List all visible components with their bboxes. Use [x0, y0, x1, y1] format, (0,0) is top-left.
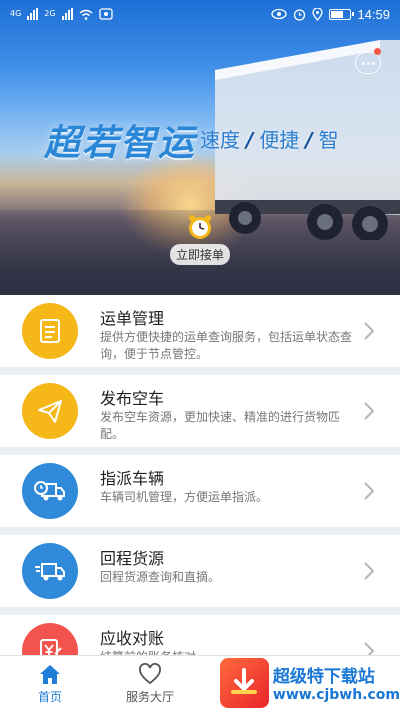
status-right: 14:59 [271, 7, 390, 22]
signal-icon [27, 8, 39, 20]
item-description: 车辆司机管理，方便运单指派。 [100, 490, 269, 504]
slogan-separator: / [305, 128, 313, 152]
document-icon [22, 303, 78, 359]
item-description: 提供方便快捷的运单查询服务，包括运单状态查询，便于节点管控。 [100, 330, 353, 361]
signal-icon [61, 8, 73, 20]
accept-order-button[interactable]: 立即接单 [165, 210, 235, 272]
list-item-assign-vehicle[interactable]: 指派车辆 车辆司机管理，方便运单指派。 [0, 455, 400, 527]
item-title: 发布空车 [100, 389, 165, 408]
brand-title: 超若智运 [44, 123, 197, 164]
dot [366, 61, 370, 65]
slogan-word-3: 智 [318, 128, 339, 152]
item-title: 指派车辆 [100, 469, 165, 488]
watermark: 超级特下载站 www.cjbwh.com [220, 654, 400, 711]
item-title: 回程货源 [100, 549, 165, 568]
eye-icon [271, 8, 288, 20]
slogan-separator: / [246, 128, 254, 152]
tab-label: 服务大厅 [125, 689, 174, 704]
item-description: 回程货源查询和直摘。 [100, 570, 221, 584]
feature-list: 运单管理 提供方便快捷的运单查询服务，包括运单状态查询，便于节点管控。 发布空车… [0, 295, 400, 695]
network-type-1: 4G [10, 9, 22, 18]
slogan: 速度 / 便捷 / 智 [200, 124, 339, 153]
alarm-icon [294, 8, 306, 21]
home-icon [40, 664, 60, 684]
battery-icon [329, 8, 355, 20]
message-button[interactable] [355, 52, 381, 74]
status-bar: 4G 2G 14:59 [0, 0, 400, 28]
truck-fast-icon [22, 543, 78, 599]
hero-banner: 超若智运 速度 / 便捷 / 智 立即接单 [0, 0, 400, 295]
dot [361, 61, 365, 65]
chevron-right-icon [364, 562, 375, 580]
chevron-right-icon [364, 322, 375, 340]
dot [371, 61, 375, 65]
watermark-text: 超级特下载站 www.cjbwh.com [273, 662, 400, 703]
chevron-right-icon [364, 482, 375, 500]
slogan-word-2: 便捷 [259, 128, 300, 152]
item-description: 发布空车资源，更加快速、精准的进行货物匹配。 [100, 410, 341, 441]
list-item-return-cargo[interactable]: 回程货源 回程货源查询和直摘。 [0, 535, 400, 607]
heart-icon [139, 662, 161, 684]
download-logo-icon [220, 657, 269, 708]
watermark-title: 超级特下载站 [272, 667, 375, 687]
accept-order-label: 立即接单 [169, 244, 230, 265]
tab-service-hall[interactable]: 服务大厅 [100, 656, 200, 711]
tab-label: 首页 [37, 689, 62, 704]
chevron-right-icon [364, 402, 375, 420]
alarm-clock-icon [189, 215, 211, 239]
notification-icon [98, 8, 113, 20]
network-type-2: 2G [44, 9, 56, 18]
wifi-icon [79, 9, 93, 20]
watermark-url: www.cjbwh.com [272, 687, 400, 703]
item-title: 运单管理 [100, 309, 165, 328]
location-icon [312, 7, 324, 21]
message-badge [374, 48, 381, 55]
paper-plane-icon [22, 383, 78, 439]
item-title: 应收对账 [100, 629, 165, 648]
list-item-waybill[interactable]: 运单管理 提供方便快捷的运单查询服务，包括运单状态查询，便于节点管控。 [0, 295, 400, 367]
truck-clock-icon [22, 463, 78, 519]
clock-time: 14:59 [357, 6, 390, 22]
list-item-publish-empty-truck[interactable]: 发布空车 发布空车资源，更加快速、精准的进行货物匹配。 [0, 375, 400, 447]
tab-home[interactable]: 首页 [0, 656, 100, 711]
slogan-word-1: 速度 [200, 128, 240, 152]
status-left: 4G 2G [10, 8, 113, 20]
